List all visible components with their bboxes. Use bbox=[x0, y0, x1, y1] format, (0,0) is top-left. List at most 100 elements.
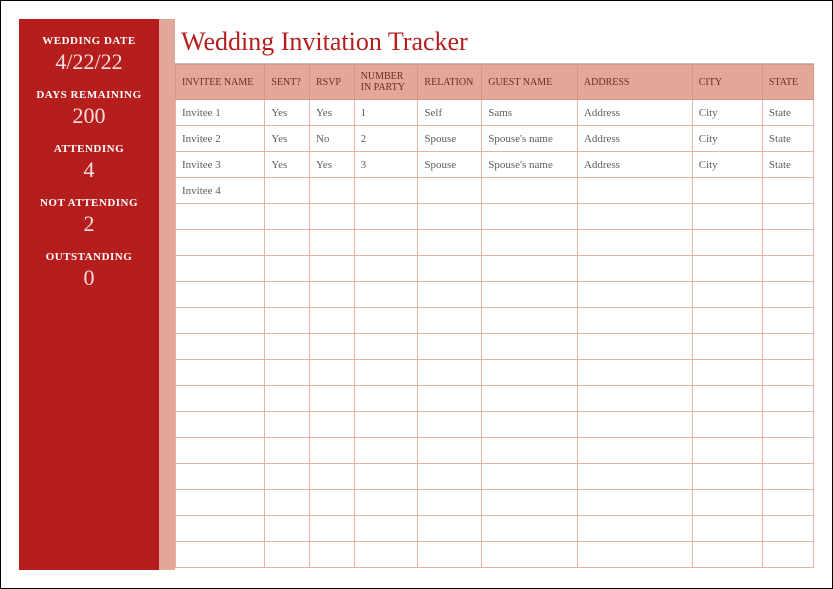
cell-state[interactable]: State bbox=[762, 152, 813, 178]
cell-relation[interactable]: Spouse bbox=[418, 126, 482, 152]
cell-address[interactable] bbox=[577, 360, 692, 386]
cell-name[interactable] bbox=[176, 308, 265, 334]
cell-address[interactable] bbox=[577, 178, 692, 204]
cell-guest[interactable] bbox=[482, 230, 578, 256]
cell-name[interactable] bbox=[176, 542, 265, 568]
table-row[interactable] bbox=[176, 204, 814, 230]
cell-city[interactable] bbox=[692, 438, 762, 464]
cell-state[interactable] bbox=[762, 282, 813, 308]
cell-relation[interactable] bbox=[418, 360, 482, 386]
cell-city[interactable] bbox=[692, 334, 762, 360]
cell-rsvp[interactable] bbox=[309, 204, 354, 230]
cell-rsvp[interactable] bbox=[309, 282, 354, 308]
col-header-name[interactable]: INVITEE NAME bbox=[176, 65, 265, 100]
cell-state[interactable] bbox=[762, 308, 813, 334]
cell-relation[interactable] bbox=[418, 282, 482, 308]
cell-rsvp[interactable] bbox=[309, 178, 354, 204]
cell-city[interactable]: City bbox=[692, 100, 762, 126]
col-header-party[interactable]: NUMBER IN PARTY bbox=[354, 65, 418, 100]
cell-party[interactable] bbox=[354, 178, 418, 204]
cell-rsvp[interactable] bbox=[309, 230, 354, 256]
cell-state[interactable] bbox=[762, 230, 813, 256]
cell-guest[interactable] bbox=[482, 308, 578, 334]
cell-relation[interactable] bbox=[418, 308, 482, 334]
cell-city[interactable] bbox=[692, 542, 762, 568]
cell-address[interactable] bbox=[577, 230, 692, 256]
cell-party[interactable] bbox=[354, 386, 418, 412]
table-row[interactable] bbox=[176, 386, 814, 412]
table-row[interactable] bbox=[176, 438, 814, 464]
cell-relation[interactable] bbox=[418, 438, 482, 464]
table-row[interactable] bbox=[176, 464, 814, 490]
cell-guest[interactable]: Sams bbox=[482, 100, 578, 126]
cell-address[interactable] bbox=[577, 490, 692, 516]
col-header-address[interactable]: ADDRESS bbox=[577, 65, 692, 100]
cell-guest[interactable] bbox=[482, 282, 578, 308]
table-row[interactable] bbox=[176, 334, 814, 360]
cell-rsvp[interactable] bbox=[309, 438, 354, 464]
cell-sent[interactable] bbox=[265, 490, 310, 516]
cell-city[interactable] bbox=[692, 308, 762, 334]
table-row[interactable] bbox=[176, 256, 814, 282]
cell-state[interactable] bbox=[762, 490, 813, 516]
table-row[interactable] bbox=[176, 282, 814, 308]
cell-name[interactable]: Invitee 3 bbox=[176, 152, 265, 178]
cell-city[interactable] bbox=[692, 230, 762, 256]
cell-party[interactable] bbox=[354, 542, 418, 568]
cell-sent[interactable] bbox=[265, 256, 310, 282]
cell-rsvp[interactable] bbox=[309, 256, 354, 282]
cell-city[interactable] bbox=[692, 412, 762, 438]
cell-state[interactable]: State bbox=[762, 100, 813, 126]
cell-sent[interactable]: Yes bbox=[265, 152, 310, 178]
cell-guest[interactable]: Spouse's name bbox=[482, 126, 578, 152]
cell-name[interactable] bbox=[176, 256, 265, 282]
cell-address[interactable] bbox=[577, 308, 692, 334]
table-row[interactable]: Invitee 2YesNo2SpouseSpouse's nameAddres… bbox=[176, 126, 814, 152]
cell-guest[interactable] bbox=[482, 542, 578, 568]
cell-sent[interactable] bbox=[265, 516, 310, 542]
cell-name[interactable] bbox=[176, 490, 265, 516]
cell-rsvp[interactable]: Yes bbox=[309, 152, 354, 178]
cell-relation[interactable] bbox=[418, 230, 482, 256]
cell-state[interactable] bbox=[762, 256, 813, 282]
cell-state[interactable] bbox=[762, 386, 813, 412]
cell-sent[interactable] bbox=[265, 204, 310, 230]
cell-address[interactable] bbox=[577, 464, 692, 490]
cell-relation[interactable] bbox=[418, 256, 482, 282]
cell-state[interactable] bbox=[762, 360, 813, 386]
cell-city[interactable] bbox=[692, 386, 762, 412]
cell-party[interactable] bbox=[354, 464, 418, 490]
cell-sent[interactable]: Yes bbox=[265, 100, 310, 126]
table-row[interactable]: Invitee 4 bbox=[176, 178, 814, 204]
cell-address[interactable] bbox=[577, 438, 692, 464]
cell-relation[interactable] bbox=[418, 386, 482, 412]
cell-guest[interactable]: Spouse's name bbox=[482, 152, 578, 178]
cell-address[interactable]: Address bbox=[577, 100, 692, 126]
cell-state[interactable] bbox=[762, 542, 813, 568]
cell-name[interactable] bbox=[176, 516, 265, 542]
cell-rsvp[interactable] bbox=[309, 542, 354, 568]
cell-name[interactable] bbox=[176, 230, 265, 256]
table-row[interactable] bbox=[176, 308, 814, 334]
cell-city[interactable]: City bbox=[692, 126, 762, 152]
cell-party[interactable] bbox=[354, 490, 418, 516]
cell-address[interactable] bbox=[577, 542, 692, 568]
cell-address[interactable] bbox=[577, 334, 692, 360]
table-row[interactable] bbox=[176, 490, 814, 516]
cell-sent[interactable] bbox=[265, 360, 310, 386]
col-header-relation[interactable]: RELATION bbox=[418, 65, 482, 100]
cell-guest[interactable] bbox=[482, 178, 578, 204]
cell-rsvp[interactable] bbox=[309, 516, 354, 542]
cell-party[interactable]: 2 bbox=[354, 126, 418, 152]
cell-state[interactable] bbox=[762, 438, 813, 464]
cell-sent[interactable] bbox=[265, 230, 310, 256]
col-header-city[interactable]: CITY bbox=[692, 65, 762, 100]
cell-city[interactable] bbox=[692, 204, 762, 230]
cell-relation[interactable] bbox=[418, 334, 482, 360]
cell-rsvp[interactable]: Yes bbox=[309, 100, 354, 126]
cell-name[interactable] bbox=[176, 386, 265, 412]
cell-city[interactable] bbox=[692, 282, 762, 308]
cell-relation[interactable] bbox=[418, 412, 482, 438]
cell-state[interactable] bbox=[762, 334, 813, 360]
table-row[interactable] bbox=[176, 516, 814, 542]
